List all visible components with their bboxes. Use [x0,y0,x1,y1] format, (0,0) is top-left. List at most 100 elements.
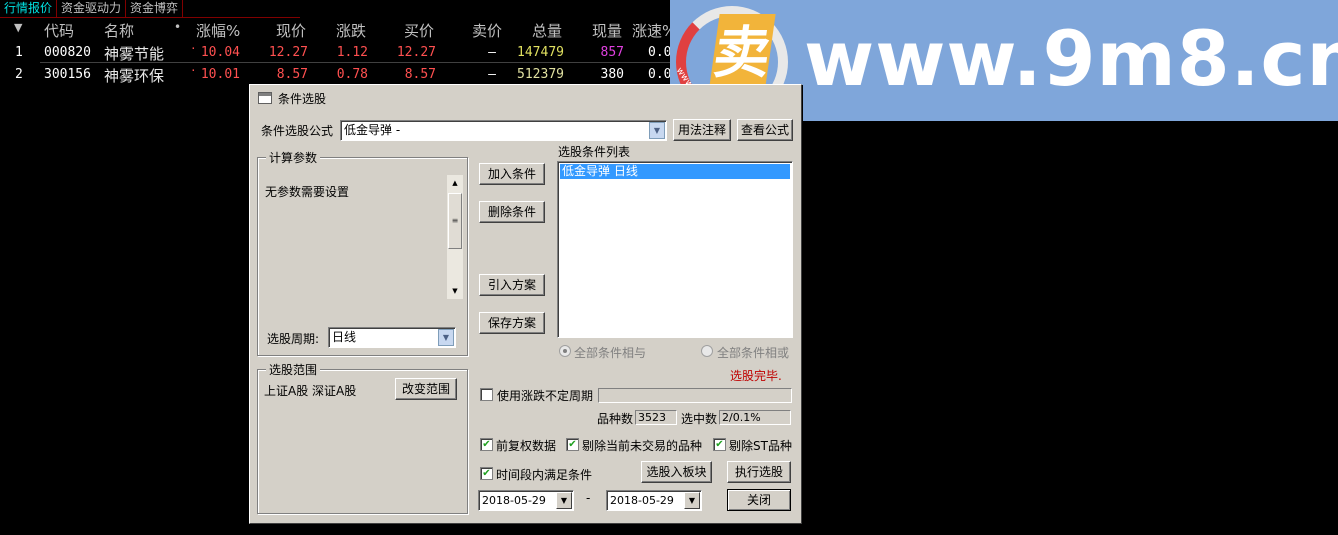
row-ask: — [488,45,496,60]
chevron-down-icon[interactable]: ▼ [684,492,700,509]
adjusted-data-checkbox[interactable]: ✔ [480,438,493,451]
row-change: 0.78 [336,67,368,82]
remove-untraded-label: 剔除当前未交易的品种 [582,439,703,453]
row-bid: 12.27 [396,45,436,60]
radio-or-label: 全部条件相或 [717,346,790,360]
list-item[interactable]: 低金导弹 日线 [560,164,790,179]
header-change[interactable]: 涨跌 [336,20,366,41]
time-range-label: 时间段内满足条件 [496,468,593,482]
radio-or[interactable] [701,345,713,357]
remove-untraded-checkbox[interactable]: ✔ [566,438,579,451]
period-select[interactable]: 日线 ▼ [328,327,456,348]
scroll-down-icon[interactable]: ▼ [447,283,463,299]
remove-st-label: 剔除ST品种 [729,439,792,453]
period-label: 选股周期: [267,332,320,346]
uncertain-period-checkbox[interactable] [480,388,493,401]
execute-screen-button[interactable]: 执行选股 [727,461,791,483]
row-speed: 0.0 [648,45,672,60]
row-volume: 512379 [517,67,564,82]
header-volume[interactable]: 总量 [532,20,562,41]
row-code: 300156 [44,67,91,82]
period-value: 日线 [332,330,357,344]
header-price[interactable]: 现价 [276,20,306,41]
status-text: 选股完毕. [730,369,782,383]
import-scheme-button[interactable]: 引入方案 [479,274,545,296]
formula-value: 低金导弹 - [344,123,401,137]
row-price: 12.27 [268,45,308,60]
add-to-block-button[interactable]: 选股入板块 [641,461,712,483]
date-from-value: 2018-05-29 [482,494,546,507]
row-bid: 8.57 [404,67,436,82]
view-formula-button[interactable]: 查看公式 [737,119,793,141]
row-cur-vol: 380 [600,67,624,82]
condition-list-label: 选股条件列表 [558,145,631,159]
row-change-pct: 10.04 [200,45,240,60]
table-row[interactable]: 2 300156 神雾环保 · 10.01 8.57 0.78 8.57 — 5… [0,64,680,86]
change-scope-button[interactable]: 改变范围 [395,378,457,400]
radio-and[interactable] [559,345,571,357]
header-bid[interactable]: 买价 [404,20,434,41]
time-range-checkbox[interactable]: ✔ [480,467,493,480]
uncertain-period-label: 使用涨跌不定周期 [497,389,594,403]
watermark-logo-glyph: 卖 [708,14,776,94]
scope-text: 上证A股 深证A股 [264,384,357,398]
tab-quotes[interactable]: 行情报价 [0,0,58,18]
sort-arrow-icon[interactable]: ▼ [14,21,22,34]
row-ask: — [488,67,496,82]
uncertain-period-bar [598,388,792,403]
row-index: 1 [15,45,23,60]
row-index: 2 [15,67,23,82]
usage-notes-button[interactable]: 用法注释 [673,119,731,141]
tab-fund-game[interactable]: 资金博弈 [126,0,184,18]
count-value: 3523 [635,410,677,425]
header-name[interactable]: 名称 [104,20,134,41]
chevron-down-icon[interactable]: ▼ [438,329,454,346]
adjusted-data-label: 前复权数据 [496,439,557,453]
row-change-pct: 10.01 [200,67,240,82]
date-to-value: 2018-05-29 [610,494,674,507]
row-speed: 0.0 [648,67,672,82]
row-divider [40,62,680,63]
delete-condition-button[interactable]: 删除条件 [479,201,545,223]
formula-select[interactable]: 低金导弹 - ▼ [340,120,667,141]
header-cur-vol[interactable]: 现量 [592,20,622,41]
tab-fund-drive[interactable]: 资金驱动力 [57,0,127,18]
scope-group-label: 选股范围 [266,361,321,378]
scroll-up-icon[interactable]: ▲ [447,175,463,191]
date-from-select[interactable]: 2018-05-29 ▼ [478,490,574,511]
row-cur-vol: 857 [600,45,624,60]
watermark-text: www.9m8.cn [804,14,1338,103]
row-price: 8.57 [276,67,308,82]
params-scrollbar[interactable]: ▲ ≡ ▼ [447,175,463,299]
date-to-select[interactable]: 2018-05-29 ▼ [606,490,702,511]
save-scheme-button[interactable]: 保存方案 [479,312,545,334]
close-button[interactable]: 关闭 [727,489,791,511]
dialog-titlebar[interactable]: 条件选股 [252,87,799,109]
remove-st-checkbox[interactable]: ✔ [713,438,726,451]
selected-label: 选中数 [681,412,718,426]
params-text: 无参数需要设置 [265,185,350,199]
row-name: 神雾节能 [104,45,165,63]
add-condition-button[interactable]: 加入条件 [479,163,545,185]
quote-header: ▼ 代码 名称 • 涨幅% 现价 涨跌 买价 卖价 总量 现量 涨速% [0,19,680,41]
chevron-down-icon[interactable]: ▼ [649,122,665,139]
row-name: 神雾环保 [104,67,165,85]
scroll-thumb[interactable]: ≡ [448,193,462,249]
header-dot: • [174,20,182,34]
stock-screener-dialog: 条件选股 条件选股公式 低金导弹 - ▼ 用法注释 查看公式 计算参数 无参数需… [249,84,802,524]
count-label: 品种数 [597,412,634,426]
table-row[interactable]: 1 000820 神雾节能 · 10.04 12.27 1.12 12.27 —… [0,42,680,64]
header-ask[interactable]: 卖价 [472,20,502,41]
formula-label: 条件选股公式 [261,124,334,138]
chevron-down-icon[interactable]: ▼ [556,492,572,509]
row-volume: 147479 [517,45,564,60]
header-change-pct[interactable]: 涨幅% [196,20,240,41]
params-group-label: 计算参数 [266,149,321,166]
radio-and-label: 全部条件相与 [574,346,647,360]
header-code[interactable]: 代码 [44,20,74,41]
window-icon [258,92,272,104]
selected-value: 2/0.1% [719,410,791,425]
condition-list[interactable]: 低金导弹 日线 [557,161,793,338]
row-code: 000820 [44,45,91,60]
tab-bar: 行情报价 资金驱动力 资金博弈 [0,0,300,18]
